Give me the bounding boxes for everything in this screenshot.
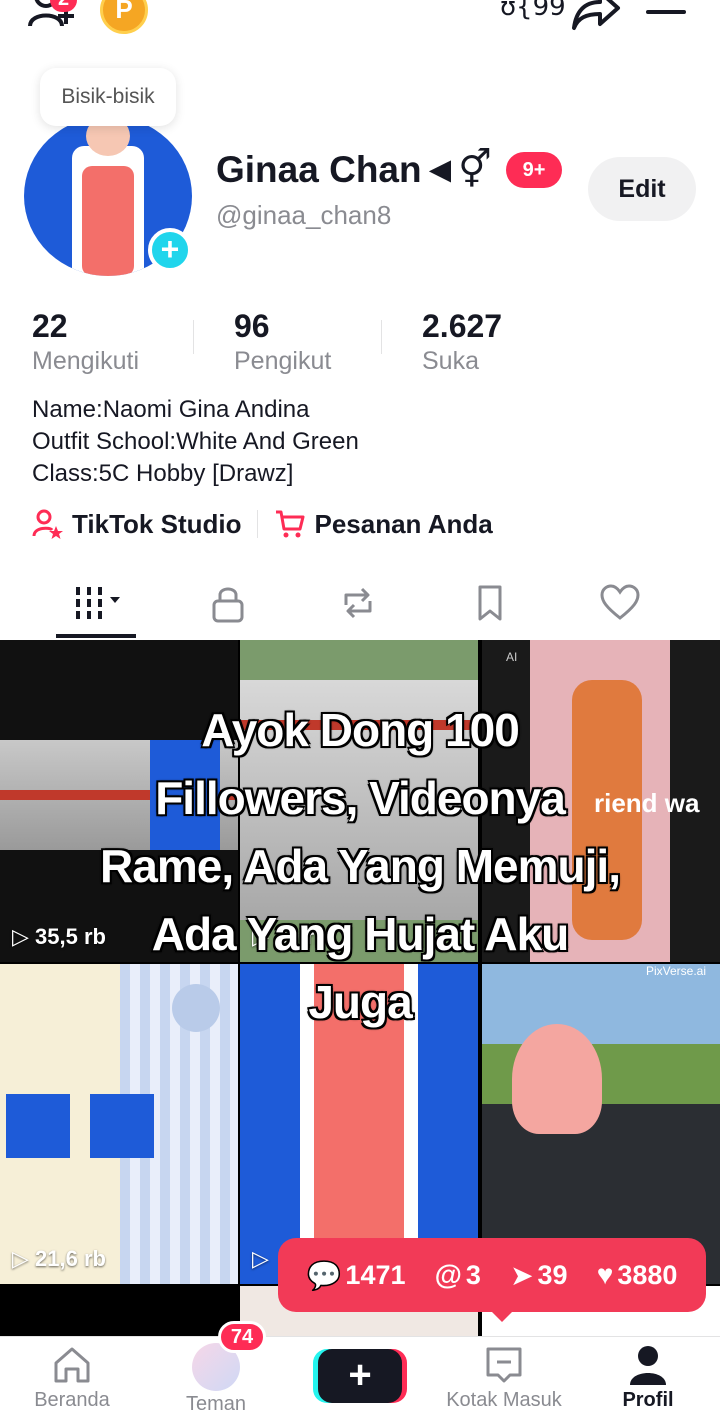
stat-divider: [381, 320, 382, 354]
stat-followers[interactable]: 96 Pengikut: [234, 308, 331, 376]
profile-visitors-counter[interactable]: ʊ{99: [500, 0, 566, 22]
stat-likes[interactable]: 2.627 Suka: [422, 308, 502, 376]
username: @ginaa_chan8: [216, 200, 392, 230]
nav-inbox[interactable]: Kotak Masuk: [434, 1343, 574, 1412]
nav-home-label: Beranda: [34, 1389, 110, 1411]
heart-outline-icon: [600, 584, 640, 620]
nav-home[interactable]: Beranda: [2, 1343, 142, 1412]
comment-icon: 💬: [306, 1259, 342, 1291]
tab-private[interactable]: [198, 578, 258, 628]
lock-icon: [212, 587, 244, 623]
content-tabs: [0, 568, 720, 640]
bio-line: Outfit School:White And Green: [32, 428, 359, 455]
profile-links: TikTok Studio Pesanan Anda: [32, 504, 493, 544]
inbox-icon: [486, 1347, 522, 1383]
cart-icon: [276, 510, 305, 538]
nav-friends[interactable]: Teman: [146, 1343, 286, 1416]
mentions-stat: @ 3: [434, 1259, 481, 1290]
menu-icon[interactable]: [646, 0, 690, 30]
ai-label: AI: [506, 650, 518, 664]
orders-link[interactable]: Pesanan Anda: [274, 508, 493, 540]
followers-label: Pengikut: [234, 347, 332, 375]
share-icon: [572, 0, 620, 30]
studio-label: TikTok Studio: [72, 508, 242, 539]
heart-icon: ♥: [596, 1259, 614, 1290]
tiktok-studio-link[interactable]: TikTok Studio: [32, 508, 241, 540]
following-count: 22: [32, 308, 68, 344]
stat-following[interactable]: 22 Mengikuti: [32, 308, 139, 376]
tab-liked[interactable]: [590, 578, 650, 628]
active-tab-indicator: [56, 634, 136, 638]
nav-profile[interactable]: Profil: [578, 1343, 718, 1412]
bio-line: Name:Naomi Gina Andina: [32, 396, 310, 423]
coin-icon[interactable]: P: [100, 0, 148, 34]
bottom-nav: Beranda Teman 74 + Kotak Masuk Profil: [0, 1321, 720, 1420]
overlay-caption: Ayok Dong 100 Fillowers, Videonya Rame, …: [100, 704, 621, 1028]
stat-divider: [193, 320, 194, 354]
grid-dropdown-icon: [76, 587, 120, 619]
tab-videos[interactable]: [72, 578, 132, 628]
comments-stat: 💬 1471: [306, 1259, 406, 1291]
edit-profile-button[interactable]: Edit: [588, 157, 696, 221]
following-label: Mengikuti: [32, 347, 139, 375]
profile-icon: [630, 1346, 666, 1385]
nav-profile-label: Profil: [622, 1389, 674, 1411]
home-icon: [54, 1347, 90, 1383]
bookmark-icon: [478, 585, 502, 621]
bio: Name:Naomi Gina Andina Outfit School:Whi…: [32, 394, 359, 490]
video-tile[interactable]: [0, 1286, 238, 1340]
orders-label: Pesanan Anda: [314, 508, 493, 539]
studio-icon: [32, 509, 63, 539]
engagement-summary[interactable]: 💬 1471 @ 3 ➤ 39 ♥ 3880: [278, 1238, 706, 1322]
whisper-tooltip[interactable]: Bisik-bisik: [40, 68, 176, 126]
share-profile-button[interactable]: [570, 0, 622, 32]
likes-stat: ♥ 3880: [596, 1259, 678, 1290]
top-bar: 2 P ʊ{99: [0, 0, 720, 40]
display-name: Ginaa Chan◄⚥: [216, 149, 492, 190]
link-divider: [257, 510, 259, 538]
add-story-icon[interactable]: +: [148, 228, 192, 272]
create-button[interactable]: +: [318, 1349, 402, 1403]
likes-count: 2.627: [422, 308, 503, 344]
view-count: ▷ 21,6 rb: [12, 1246, 106, 1271]
nav-friends-label: Teman: [185, 1393, 247, 1415]
shares-stat: ➤ 39: [510, 1259, 568, 1291]
notification-badge: 9+: [506, 152, 562, 188]
likes-label: Suka: [422, 347, 479, 375]
send-icon: ➤: [510, 1259, 534, 1291]
play-icon: ▷: [252, 1246, 269, 1271]
friends-badge: 74: [218, 1321, 266, 1353]
tab-favorites[interactable]: [460, 578, 520, 628]
nav-inbox-label: Kotak Masuk: [446, 1389, 562, 1411]
followers-count: 96: [234, 308, 270, 344]
bio-line: Class:5C Hobby [Drawz]: [32, 460, 294, 487]
mention-icon: @: [434, 1259, 462, 1290]
repost-icon: [344, 587, 372, 619]
tab-reposts[interactable]: [328, 578, 388, 628]
